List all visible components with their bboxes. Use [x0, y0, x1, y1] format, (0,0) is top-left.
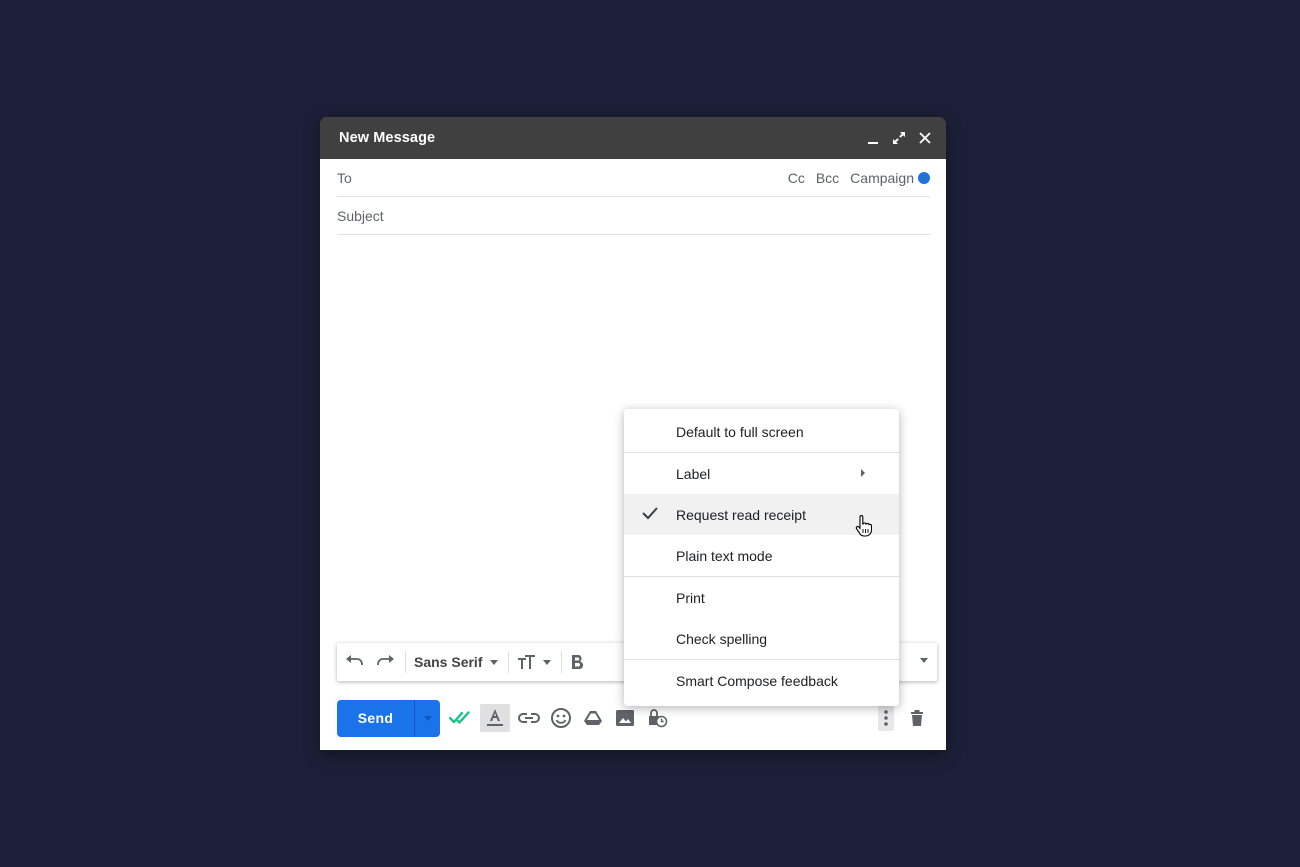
- more-options-menu: Default to full screen Label Request rea…: [624, 409, 899, 706]
- bcc-link[interactable]: Bcc: [816, 170, 839, 186]
- menu-item-label: Request read receipt: [676, 506, 806, 523]
- image-icon[interactable]: [612, 704, 638, 732]
- menu-item-label: Label: [676, 465, 711, 482]
- chevron-down-icon: [543, 659, 552, 665]
- text-size-select[interactable]: [517, 648, 552, 676]
- chevron-down-icon: [490, 659, 499, 665]
- hand-cursor-icon: [855, 515, 873, 542]
- subject-placeholder: Subject: [337, 207, 384, 224]
- toolbar-divider: [405, 651, 406, 673]
- subject-field[interactable]: Subject: [337, 197, 930, 235]
- bold-icon[interactable]: [570, 648, 584, 676]
- more-vert-icon[interactable]: [878, 705, 894, 731]
- menu-item-smart-compose-feedback[interactable]: Smart Compose feedback: [624, 660, 899, 701]
- campaign-label: Campaign: [850, 169, 914, 186]
- to-field[interactable]: To Cc Bcc Campaign i: [337, 159, 930, 197]
- menu-item-label: Smart Compose feedback: [676, 672, 838, 689]
- menu-item-label-submenu[interactable]: Label: [624, 453, 899, 494]
- font-name: Sans Serif: [414, 654, 483, 670]
- trash-icon[interactable]: [904, 704, 930, 732]
- toolbar-divider: [508, 651, 510, 673]
- link-icon[interactable]: [516, 704, 542, 732]
- menu-item-label: Default to full screen: [676, 423, 804, 440]
- menu-item-label: Print: [676, 589, 705, 606]
- close-icon[interactable]: [916, 129, 934, 147]
- menu-item-default-full-screen[interactable]: Default to full screen: [624, 411, 899, 452]
- campaign-link[interactable]: Campaign i: [850, 170, 930, 186]
- chevron-right-icon: [861, 469, 865, 477]
- minimize-icon[interactable]: [864, 129, 882, 147]
- font-select[interactable]: Sans Serif: [414, 648, 499, 676]
- redo-icon[interactable]: [375, 648, 395, 676]
- menu-item-label: Plain text mode: [676, 547, 773, 564]
- emoji-icon[interactable]: [548, 704, 574, 732]
- send-button[interactable]: Send: [337, 700, 414, 737]
- window-title: New Message: [339, 130, 436, 146]
- menu-item-check-spelling[interactable]: Check spelling: [624, 618, 899, 659]
- confidential-icon[interactable]: [644, 704, 670, 732]
- cc-link[interactable]: Cc: [788, 170, 805, 186]
- chevron-down-icon: [423, 715, 432, 721]
- more-formatting-icon[interactable]: [920, 658, 928, 663]
- undo-icon[interactable]: [345, 648, 365, 676]
- to-label: To: [337, 169, 352, 186]
- menu-item-label: Check spelling: [676, 630, 768, 647]
- double-check-icon[interactable]: [448, 704, 474, 732]
- text-size-icon: [518, 655, 536, 669]
- expand-icon[interactable]: [890, 129, 908, 147]
- toolbar-divider: [561, 651, 563, 673]
- check-icon: [641, 505, 659, 524]
- menu-item-print[interactable]: Print: [624, 577, 899, 618]
- compose-titlebar[interactable]: New Message: [320, 117, 946, 159]
- format-text-icon[interactable]: [480, 704, 510, 732]
- send-button-group: Send: [337, 699, 440, 737]
- info-icon[interactable]: i: [918, 171, 930, 184]
- send-options-button[interactable]: [414, 699, 440, 737]
- drive-icon[interactable]: [580, 704, 606, 732]
